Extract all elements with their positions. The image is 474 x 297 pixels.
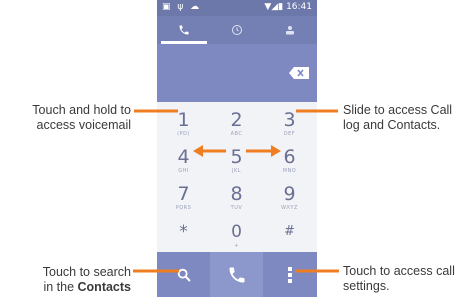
callout-voicemail: Touch and hold to access voicemail bbox=[0, 103, 131, 133]
annotation-arrows bbox=[133, 109, 339, 273]
callout-voicemail-line2: access voicemail bbox=[36, 118, 131, 132]
slide-left-arrowhead bbox=[193, 145, 203, 157]
callout-slide: Slide to access Call log and Contacts. bbox=[343, 103, 473, 133]
callout-voicemail-line1: Touch and hold to bbox=[32, 103, 131, 117]
callout-settings-line1: Touch to access call bbox=[343, 264, 455, 278]
callout-search-line1: Touch to search bbox=[42, 265, 131, 279]
callout-search-prefix: in the bbox=[43, 280, 78, 294]
callout-settings: Touch to access call settings. bbox=[343, 264, 473, 294]
callout-settings-line2: settings. bbox=[343, 279, 390, 293]
slide-right-arrowhead bbox=[271, 145, 281, 157]
callout-search-bold: Contacts bbox=[77, 280, 131, 294]
callout-search: Touch to search in the Contacts bbox=[1, 265, 131, 295]
callout-slide-line2: log and Contacts. bbox=[343, 118, 441, 132]
callout-slide-line1: Slide to access Call bbox=[343, 103, 453, 117]
callout-search-line2: in the Contacts bbox=[1, 280, 131, 295]
